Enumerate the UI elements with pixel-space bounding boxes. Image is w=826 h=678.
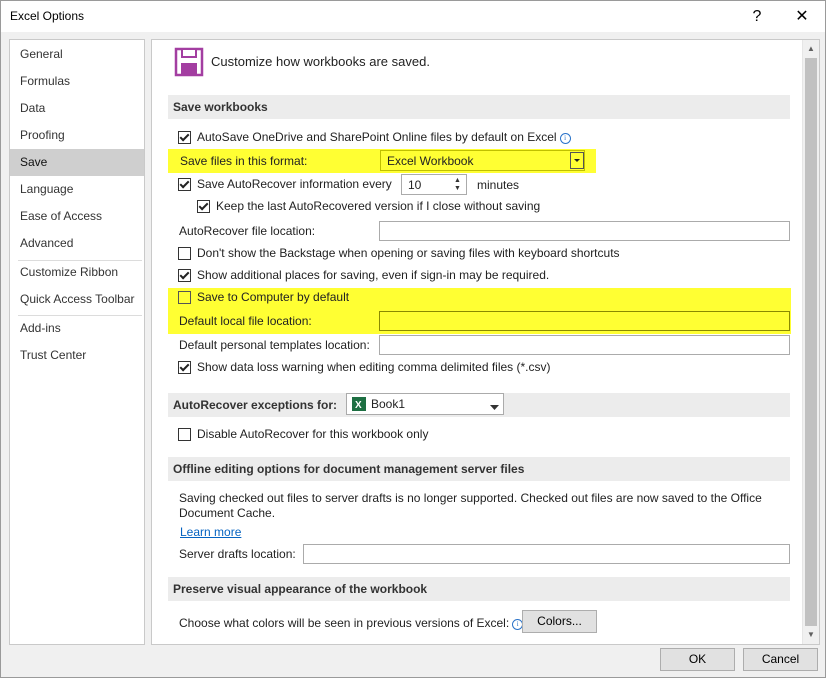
save-disk-icon — [174, 47, 204, 77]
autorecover-minutes-value: 10 — [408, 178, 422, 192]
autorecover-checkbox[interactable] — [178, 178, 191, 191]
excel-options-dialog: Excel Options ? ✕ General Formulas Data … — [0, 0, 826, 678]
sidebar-item-proofing[interactable]: Proofing — [10, 122, 144, 149]
chevron-down-icon — [490, 400, 499, 414]
sidebar-item-add-ins[interactable]: Add-ins — [10, 315, 144, 342]
backstage-label: Don't show the Backstage when opening or… — [197, 246, 620, 260]
help-button[interactable]: ? — [734, 1, 780, 32]
disable-autorecover-checkbox[interactable] — [178, 428, 191, 441]
learn-more-link[interactable]: Learn more — [180, 524, 241, 540]
autosave-checkbox[interactable] — [178, 131, 191, 144]
offline-description-line2: Document Cache. — [179, 506, 276, 520]
colors-label: Choose what colors will be seen in previ… — [179, 615, 524, 631]
title-bar: Excel Options ? ✕ — [1, 1, 825, 32]
save-format-label: Save files in this format: — [180, 154, 308, 168]
save-format-value: Excel Workbook — [387, 154, 474, 168]
excel-icon: X — [352, 397, 366, 411]
autorecover-exceptions-heading: AutoRecover exceptions for: — [173, 398, 338, 412]
close-button[interactable]: ✕ — [779, 1, 825, 32]
keep-last-version-label: Keep the last AutoRecovered version if I… — [216, 199, 541, 213]
save-to-computer-label: Save to Computer by default — [197, 290, 350, 304]
workbook-dropdown[interactable]: X Book1 — [346, 393, 504, 415]
sidebar-item-formulas[interactable]: Formulas — [10, 68, 144, 95]
section-preserve-appearance: Preserve visual appearance of the workbo… — [168, 577, 790, 601]
minutes-label: minutes — [477, 178, 520, 192]
sidebar-item-language[interactable]: Language — [10, 176, 144, 203]
vertical-scrollbar[interactable]: ▲ ▼ — [802, 40, 819, 644]
sidebar-item-general[interactable]: General — [10, 41, 144, 68]
scroll-up-icon[interactable]: ▲ — [807, 44, 815, 53]
svg-text:X: X — [355, 400, 362, 411]
autorecover-label: Save AutoRecover information every — [197, 177, 392, 191]
colors-button[interactable]: Colors... — [522, 610, 597, 633]
sidebar-item-advanced[interactable]: Advanced — [10, 230, 144, 257]
sidebar-item-data[interactable]: Data — [10, 95, 144, 122]
sidebar-item-ease-of-access[interactable]: Ease of Access — [10, 203, 144, 230]
workbook-name: Book1 — [371, 397, 406, 411]
templates-location-label: Default personal templates location: — [179, 338, 370, 352]
cancel-button[interactable]: Cancel — [743, 648, 818, 671]
autorecover-minutes-spinner[interactable]: 10 ▲ ▼ — [401, 174, 467, 195]
server-drafts-input[interactable] — [303, 544, 790, 564]
autosave-label: AutoSave OneDrive and SharePoint Online … — [197, 129, 571, 145]
default-local-location-label: Default local file location: — [179, 314, 312, 328]
keep-last-version-checkbox[interactable] — [197, 200, 210, 213]
dialog-title: Excel Options — [10, 9, 85, 23]
spin-down-icon[interactable]: ▼ — [454, 185, 461, 192]
chevron-down-icon[interactable] — [570, 152, 584, 169]
additional-places-label: Show additional places for saving, even … — [197, 268, 550, 282]
offline-description-line1: Saving checked out files to server draft… — [179, 491, 762, 505]
sidebar-item-quick-access-toolbar[interactable]: Quick Access Toolbar — [10, 286, 144, 313]
scrollbar-thumb[interactable] — [805, 58, 817, 626]
save-to-computer-checkbox[interactable] — [178, 291, 191, 304]
autorecover-location-label: AutoRecover file location: — [179, 224, 316, 238]
additional-places-checkbox[interactable] — [178, 269, 191, 282]
data-loss-warning-label: Show data loss warning when editing comm… — [197, 360, 551, 374]
ok-button[interactable]: OK — [660, 648, 735, 671]
info-icon[interactable]: i — [559, 133, 571, 144]
sidebar-item-trust-center[interactable]: Trust Center — [10, 342, 144, 369]
templates-location-input[interactable] — [379, 335, 790, 355]
sidebar-item-save[interactable]: Save — [10, 149, 144, 176]
backstage-checkbox[interactable] — [178, 247, 191, 260]
options-sidebar: General Formulas Data Proofing Save Lang… — [9, 39, 145, 645]
disable-autorecover-label: Disable AutoRecover for this workbook on… — [197, 427, 429, 441]
autorecover-location-input[interactable] — [379, 221, 790, 241]
section-offline-editing: Offline editing options for document man… — [168, 457, 790, 481]
page-heading: Customize how workbooks are saved. — [211, 54, 430, 69]
data-loss-warning-checkbox[interactable] — [178, 361, 191, 374]
scroll-down-icon[interactable]: ▼ — [807, 630, 815, 639]
server-drafts-label: Server drafts location: — [179, 547, 296, 561]
save-options-panel: Customize how workbooks are saved. Save … — [151, 39, 820, 645]
section-save-workbooks: Save workbooks — [168, 95, 790, 119]
spin-up-icon[interactable]: ▲ — [454, 177, 461, 184]
save-format-dropdown[interactable]: Excel Workbook — [380, 150, 585, 171]
default-local-location-input[interactable] — [379, 311, 790, 331]
sidebar-item-customize-ribbon[interactable]: Customize Ribbon — [10, 259, 144, 286]
